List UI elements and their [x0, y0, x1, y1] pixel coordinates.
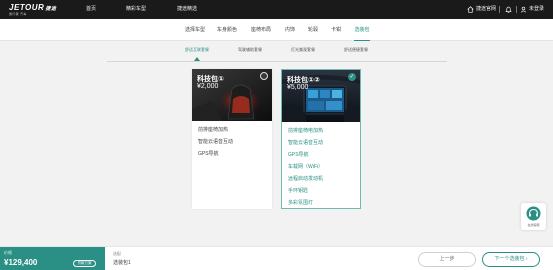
package-feature: 手环钥匙 — [288, 188, 309, 194]
nav-selection[interactable]: 捷途精选 — [177, 0, 197, 19]
next-package-label: 下一个选装包 — [494, 256, 525, 262]
package-card[interactable]: 科技包① ¥2,000 前排座椅加热 智能云语音互动 GPS导航 — [192, 69, 272, 209]
package-price: ¥2,000 — [197, 83, 219, 90]
package-card-selected[interactable]: 科技包①② ¥5,000 ✓ 前排座椅电加热 智能云语音互动 GPS导航 车载网… — [281, 69, 361, 209]
jetour-logo[interactable]: JETOUR捷途 旅行者 汽车 — [9, 3, 57, 16]
selection-label: 选配 — [113, 251, 121, 256]
total-price: ¥129,400 — [4, 258, 38, 267]
step-calipers[interactable]: 卡钳 — [329, 19, 343, 41]
package-feature: GPS导航 — [198, 151, 219, 157]
config-steps: 选择车型 车身颜色 座椅布局 内饰 轮毂 卡钳 选装包 — [0, 19, 553, 41]
package-price: ¥5,000 — [287, 84, 309, 91]
nav-divider — [499, 6, 500, 13]
previous-step-button[interactable]: 上一步 — [418, 252, 476, 267]
select-checkbox[interactable] — [260, 72, 268, 80]
login-link[interactable]: 未登录 — [529, 0, 544, 19]
nav-models[interactable]: 精彩车型 — [126, 0, 146, 19]
home-icon[interactable] — [467, 6, 474, 13]
official-site-link[interactable]: 捷途官网 — [476, 0, 496, 19]
package-feature: 前排座椅电加热 — [288, 128, 324, 134]
package-feature: 前排座椅加热 — [198, 127, 229, 133]
package-feature: 智能云语音互动 — [198, 139, 234, 145]
selection-value: 选装包1 — [113, 260, 131, 266]
nav-home[interactable]: 首页 — [86, 0, 96, 19]
price-label: 价格 — [4, 250, 12, 255]
package-feature: 多彩氛围灯 — [288, 200, 314, 206]
bell-icon[interactable] — [505, 6, 512, 13]
package-feature: 智能云语音互动 — [288, 140, 324, 146]
next-package-button[interactable]: 下一个选装包 › — [482, 252, 540, 267]
top-nav: JETOUR捷途 旅行者 汽车 首页 精彩车型 捷途精选 捷途官网 未登录 — [0, 0, 553, 19]
step-seat-layout[interactable]: 座椅布局 — [249, 19, 273, 41]
step-option-packages[interactable]: 选装包 — [352, 19, 372, 41]
headset-icon — [526, 206, 541, 221]
step-interior[interactable]: 内饰 — [283, 19, 297, 41]
bottom-bar: 价格 ¥129,400 贷款方案 选配 选装包1 上一步 下一个选装包 › — [0, 246, 553, 270]
finance-plan-button[interactable]: 贷款方案 — [73, 260, 96, 267]
subtab-lighting[interactable]: 灯光美观套餐 — [291, 44, 315, 58]
online-service-widget[interactable]: 在线客服 — [521, 203, 546, 230]
logo-subtext: 旅行者 汽车 — [9, 12, 27, 16]
subtab-comfort-convenience[interactable]: 舒适便捷套餐 — [344, 44, 368, 58]
subtab-comfort-connect[interactable]: 舒适互联套餐 — [185, 44, 209, 58]
checkmark-icon[interactable]: ✓ — [348, 73, 356, 81]
nav-divider — [516, 6, 517, 13]
step-wheels[interactable]: 轮毂 — [306, 19, 320, 41]
logo-main-text: JETOUR — [9, 3, 45, 12]
logo-suffix-text: 捷途 — [45, 6, 57, 12]
package-subtabs: 舒适互联套餐 驾驶辅助套餐 灯光美观套餐 舒适便捷套餐 — [107, 44, 447, 62]
subtab-indicator — [194, 57, 200, 61]
price-box: 价格 ¥129,400 贷款方案 — [0, 247, 105, 270]
package-feature: 车载网（WiFi） — [288, 164, 323, 170]
package-feature: GPS导航 — [288, 152, 309, 158]
online-service-label: 在线客服 — [527, 223, 540, 227]
step-model[interactable]: 选择车型 — [183, 19, 207, 41]
user-icon[interactable] — [520, 6, 527, 13]
step-body-color[interactable]: 车身颜色 — [215, 19, 239, 41]
subtab-driving-assist[interactable]: 驾驶辅助套餐 — [238, 44, 262, 58]
package-feature: 远程启动发动机 — [288, 176, 324, 182]
